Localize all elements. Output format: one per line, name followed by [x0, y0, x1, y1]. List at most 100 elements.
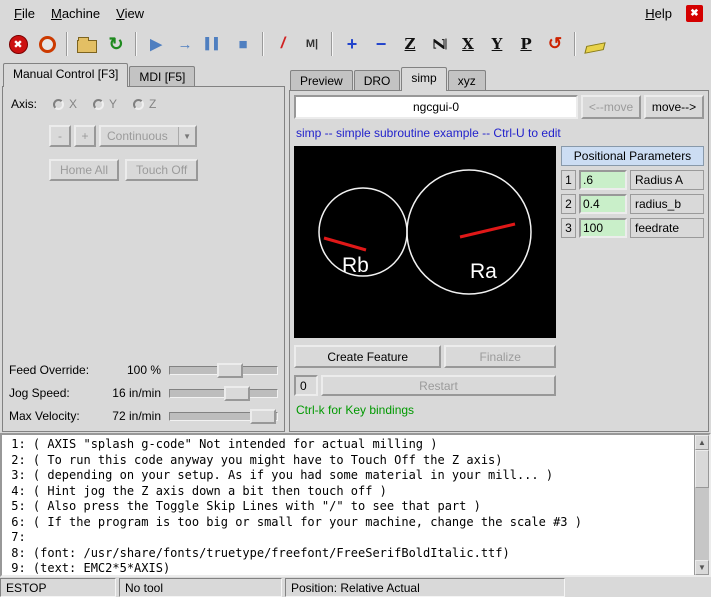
- radius-b-label: Rb: [342, 254, 369, 277]
- tab-xyz[interactable]: xyz: [448, 70, 486, 91]
- toggle-optional-pause-button[interactable]: M|: [298, 30, 326, 58]
- feed-override-row: Feed Override: 100 %: [7, 358, 280, 381]
- slider-handle[interactable]: [250, 409, 276, 424]
- tab-dro[interactable]: DRO: [354, 70, 401, 91]
- max-velocity-slider[interactable]: [169, 407, 278, 425]
- radio-icon: [133, 99, 144, 110]
- toggle-skip-lines-button[interactable]: /: [269, 30, 297, 58]
- move-left-button[interactable]: <--move: [581, 95, 641, 119]
- perspective-view-button[interactable]: P: [512, 30, 540, 58]
- gcode-line: 7:: [4, 530, 694, 546]
- menu-file[interactable]: File: [6, 3, 43, 24]
- feed-override-slider[interactable]: [169, 361, 278, 379]
- open-file-button[interactable]: [73, 30, 101, 58]
- side-view-button[interactable]: X: [454, 30, 482, 58]
- restart-count-input[interactable]: [294, 375, 318, 396]
- rotate-icon: ↺: [548, 34, 562, 54]
- tab-mdi[interactable]: MDI [F5]: [129, 66, 195, 87]
- toolbar-separator: [331, 32, 333, 56]
- zoom-in-button[interactable]: +: [338, 30, 366, 58]
- machine-power-button[interactable]: [33, 30, 61, 58]
- axis-label: Axis:: [11, 97, 37, 111]
- jog-plus-button[interactable]: +: [74, 125, 96, 147]
- param-row: 2 radius_b: [561, 194, 704, 214]
- machine-state-status: ESTOP: [0, 578, 116, 597]
- axis-y-radio[interactable]: Y: [93, 97, 117, 111]
- step-icon: →: [178, 36, 193, 53]
- param-2-number: 2: [561, 194, 576, 214]
- axis-y-label: Y: [109, 97, 117, 111]
- home-all-button[interactable]: Home All: [49, 159, 119, 181]
- rotated-top-view-button[interactable]: Z: [425, 30, 453, 58]
- param-1-number: 1: [561, 170, 576, 190]
- scrollbar-thumb[interactable]: [695, 450, 709, 488]
- scroll-up-icon[interactable]: ▲: [695, 435, 709, 450]
- menu-help[interactable]: Help: [637, 3, 680, 24]
- gcode-line: 4: ( Hint jog the Z axis down a bit then…: [4, 484, 694, 500]
- view-x-icon: X: [462, 35, 474, 53]
- front-view-button[interactable]: Y: [483, 30, 511, 58]
- clear-plot-button[interactable]: [581, 30, 609, 58]
- tab-manual-control[interactable]: Manual Control [F3]: [3, 63, 128, 87]
- reload-button[interactable]: ↻: [102, 30, 130, 58]
- jog-speed-row: Jog Speed: 16 in/min: [7, 381, 280, 404]
- param-row: 1 Radius A: [561, 170, 704, 190]
- ngcgui-tab-name-input[interactable]: [294, 95, 578, 119]
- axis-x-radio[interactable]: X: [53, 97, 77, 111]
- param-1-input[interactable]: [579, 170, 627, 190]
- param-row: 3 feedrate: [561, 218, 704, 238]
- max-velocity-label: Max Velocity:: [9, 409, 97, 423]
- home-row: Home All Touch Off: [49, 159, 280, 181]
- create-feature-button[interactable]: Create Feature: [294, 345, 441, 368]
- param-3-name: feedrate: [630, 218, 704, 238]
- estop-icon: ✖: [9, 35, 28, 54]
- reload-icon: ↻: [108, 34, 123, 55]
- power-icon: [39, 36, 56, 53]
- close-icon[interactable]: ✖: [686, 5, 703, 22]
- menu-view[interactable]: View: [108, 3, 152, 24]
- restart-button[interactable]: Restart: [321, 375, 556, 396]
- positional-parameters-header: Positional Parameters: [561, 146, 704, 166]
- param-2-input[interactable]: [579, 194, 627, 214]
- zoom-out-button[interactable]: −: [367, 30, 395, 58]
- control-tabs: Manual Control [F3] MDI [F5]: [0, 63, 287, 87]
- stop-button[interactable]: ■: [229, 30, 257, 58]
- key-bindings-hint: Ctrl-k for Key bindings: [294, 403, 704, 417]
- jog-speed-slider[interactable]: [169, 384, 278, 402]
- folder-icon: [77, 40, 97, 53]
- top-view-button[interactable]: Z: [396, 30, 424, 58]
- jog-mode-value: Continuous: [107, 129, 168, 143]
- preview-column: Preview DRO simp xyz <--move move--> sim…: [287, 61, 711, 433]
- subroutine-preview-canvas: Rb Ra: [294, 146, 556, 338]
- pause-button[interactable]: ▌▌: [200, 30, 228, 58]
- finalize-button[interactable]: Finalize: [444, 345, 556, 368]
- move-right-button[interactable]: move-->: [644, 95, 704, 119]
- clear-plot-icon: [584, 42, 605, 54]
- touch-off-button[interactable]: Touch Off: [125, 159, 198, 181]
- menu-machine[interactable]: Machine: [43, 3, 108, 24]
- toolbar: ✖ ↻ ▶ → ▌▌ ■ / M| + − Z Z X Y P ↺: [0, 27, 711, 61]
- gcode-scrollbar[interactable]: ▲ ▼: [694, 435, 709, 575]
- run-button[interactable]: ▶: [142, 30, 170, 58]
- circles-drawing: Rb Ra: [294, 146, 556, 338]
- position-mode-status: Position: Relative Actual: [285, 578, 565, 597]
- jog-mode-select[interactable]: Continuous ▼: [99, 125, 197, 147]
- feed-override-label: Feed Override:: [9, 363, 97, 377]
- jog-minus-button[interactable]: -: [49, 125, 71, 147]
- jog-speed-value: 16 in/min: [97, 386, 169, 400]
- tab-simp[interactable]: simp: [401, 67, 446, 91]
- estop-button[interactable]: ✖: [4, 30, 32, 58]
- scroll-down-icon[interactable]: ▼: [695, 560, 709, 575]
- jog-speed-label: Jog Speed:: [9, 386, 97, 400]
- tab-preview[interactable]: Preview: [290, 70, 353, 91]
- slider-handle[interactable]: [217, 363, 243, 378]
- view-z-rotated-icon: Z: [434, 35, 445, 53]
- step-button[interactable]: →: [171, 30, 199, 58]
- param-3-input[interactable]: [579, 218, 627, 238]
- rotate-view-button[interactable]: ↺: [541, 30, 569, 58]
- axis-z-radio[interactable]: Z: [133, 97, 156, 111]
- slider-handle[interactable]: [224, 386, 250, 401]
- view-y-icon: Y: [492, 35, 503, 53]
- gcode-text[interactable]: 1: ( AXIS "splash g-code" Not intended f…: [2, 435, 694, 575]
- toolbar-separator: [262, 32, 264, 56]
